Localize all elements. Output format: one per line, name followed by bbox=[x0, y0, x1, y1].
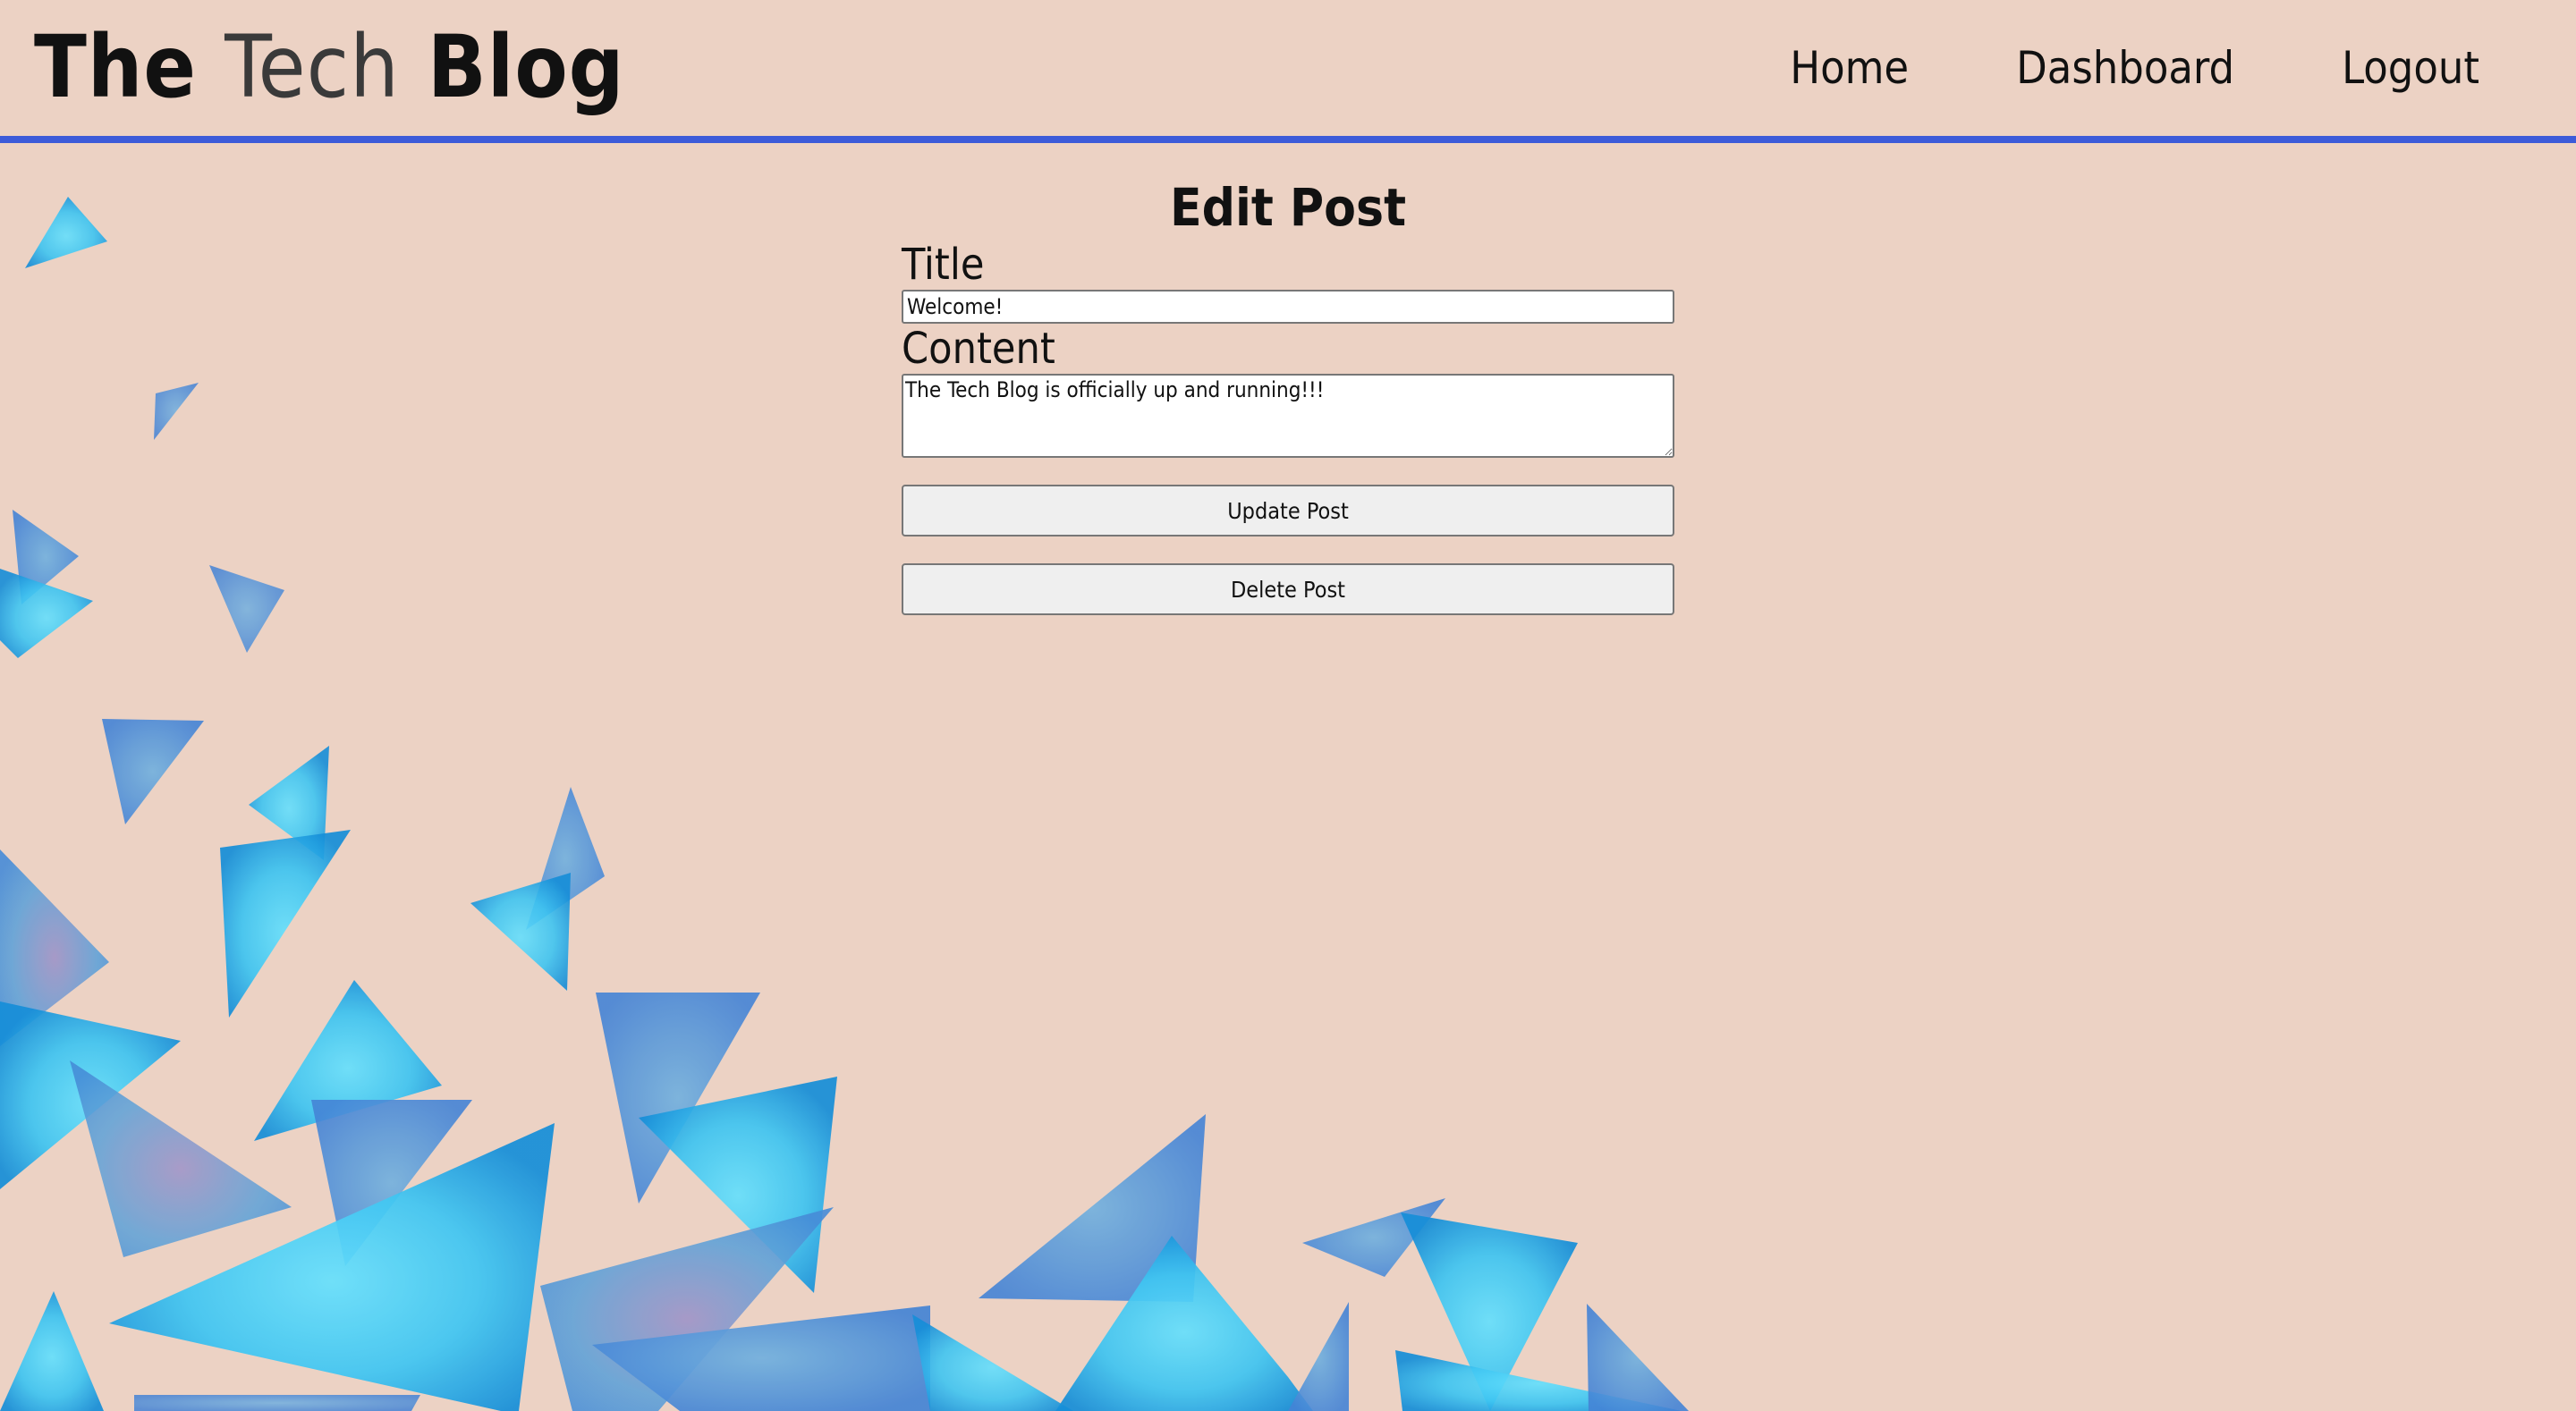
nav-dashboard-link[interactable]: Dashboard bbox=[2016, 41, 2234, 95]
brand-word-blog: Blog bbox=[427, 17, 625, 117]
page-title: Edit Post bbox=[1169, 177, 1407, 238]
brand-word-tech: Tech bbox=[225, 17, 400, 117]
brand-word-the: The bbox=[34, 17, 198, 117]
site-header: The Tech Blog Home Dashboard Logout bbox=[0, 0, 2576, 143]
nav-home-link[interactable]: Home bbox=[1790, 41, 1909, 95]
edit-post-form: Edit Post Title Content The Tech Blog is… bbox=[902, 175, 1674, 615]
title-input[interactable] bbox=[902, 290, 1674, 324]
site-logo[interactable]: The Tech Blog bbox=[34, 18, 624, 116]
content-textarea[interactable]: The Tech Blog is officially up and runni… bbox=[902, 374, 1674, 458]
title-label: Title bbox=[902, 240, 985, 290]
content-label: Content bbox=[902, 324, 1055, 374]
main-nav: Home Dashboard Logout bbox=[1790, 41, 2479, 95]
update-post-button[interactable]: Update Post bbox=[902, 485, 1674, 537]
nav-logout-link[interactable]: Logout bbox=[2342, 41, 2479, 95]
delete-post-button[interactable]: Delete Post bbox=[902, 563, 1674, 615]
